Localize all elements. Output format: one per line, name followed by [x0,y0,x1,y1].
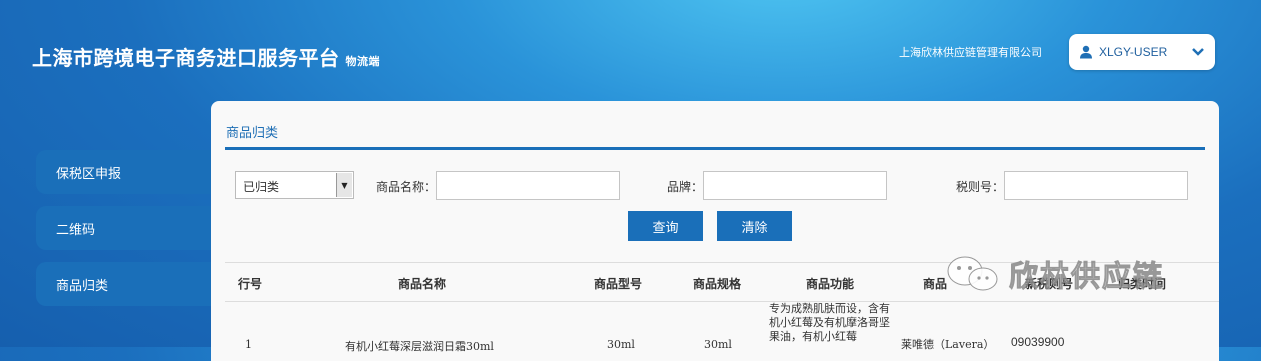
select-arrow-icon[interactable]: ▼ [336,173,352,197]
product-name-label: 商品名称： [376,180,437,194]
watermark: 欣林供应链 [945,253,1164,295]
platform-title-text: 上海市跨境电子商务进口服务平台 [32,46,340,70]
cell-spec: 30ml [704,338,732,351]
sidebar-item-label: 商品归类 [56,278,109,294]
username: XLGY-USER [1099,45,1168,59]
column-header: 行号 [238,277,263,291]
platform-subtitle: 物流端 [345,55,380,68]
cell-product-name: 有机小红莓深层滋润日霜30ml [345,340,494,353]
column-header: 商品名称 [398,277,447,291]
user-icon [1080,45,1092,59]
wechat-icon [947,256,998,291]
panel-divider [225,147,1205,150]
sidebar-item-label: 保税区申报 [56,166,122,182]
tax-number-input[interactable] [1004,171,1188,200]
brand-input[interactable] [703,171,887,200]
cell-brand: 莱唯德（Lavera） [901,338,995,351]
chevron-down-icon[interactable] [1191,44,1205,58]
cell-function: 专为成熟肌肤而设，含有机小红莓及有机摩洛哥坚果油，有机小红莓 [769,302,890,343]
company-name: 上海欣林供应链管理有限公司 [899,46,1042,59]
column-header: 商品功能 [806,277,855,291]
watermark-text: 欣林供应链 [1008,259,1165,294]
platform-title: 上海市跨境电子商务进口服务平台 物流端 [32,42,380,71]
column-header: 商品型号 [594,277,643,291]
sidebar-item-bonded-declaration[interactable]: 保税区申报 [36,150,214,194]
tax-number-label: 税则号： [956,180,1005,194]
product-name-input[interactable] [436,171,620,200]
column-header: 商品规格 [693,277,742,291]
sidebar-item-classification[interactable]: 商品归类 [36,262,214,306]
column-header: 商品 [923,277,948,291]
cell-row-number: 1 [245,338,252,351]
search-button[interactable]: 查询 [628,211,703,241]
status-select-value: 已归类 [243,180,280,194]
status-select[interactable]: 已归类 ▼ [235,171,354,199]
clear-button[interactable]: 清除 [717,211,792,241]
main-panel: 商品归类 已归类 ▼ 商品名称： 品牌： 税则号： 查询 清除 行号 商品名称 … [211,101,1219,361]
brand-label: 品牌： [667,180,704,194]
cell-model: 30ml [607,338,635,351]
sidebar-item-qrcode[interactable]: 二维码 [36,206,214,250]
panel-title: 商品归类 [226,126,279,141]
sidebar-item-label: 二维码 [56,222,96,238]
user-menu[interactable]: XLGY-USER [1069,34,1215,70]
